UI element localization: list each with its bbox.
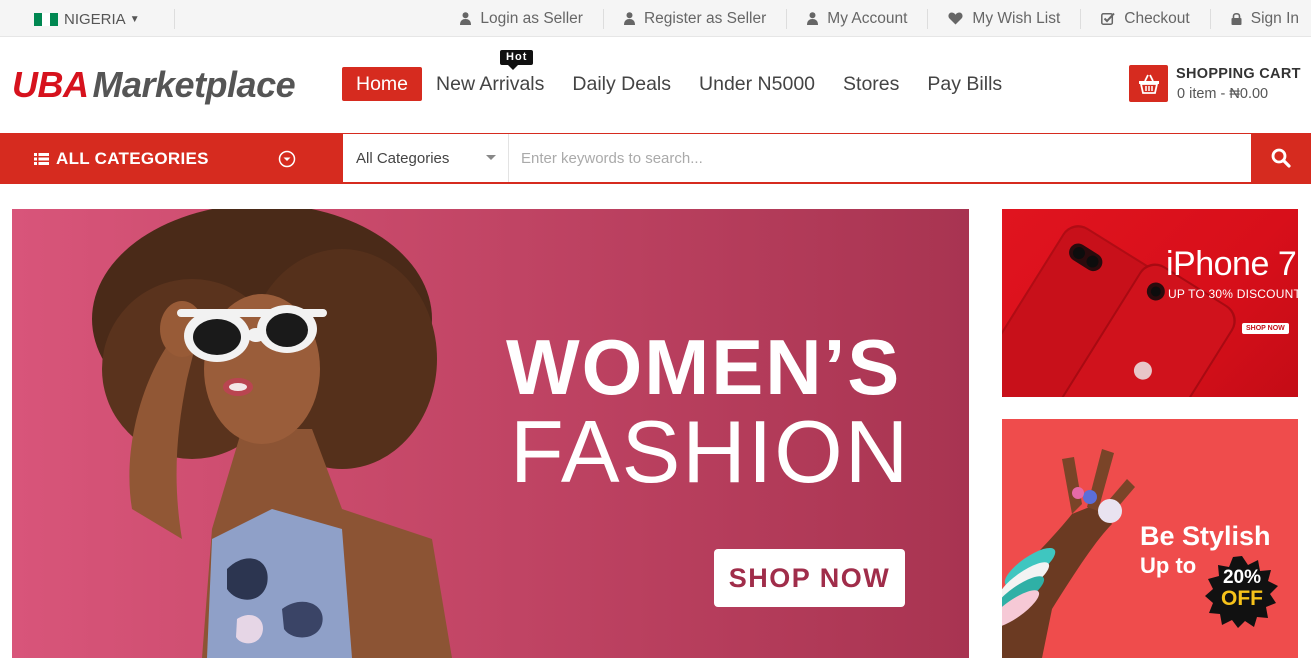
site-logo[interactable]: UBA Marketplace	[12, 64, 296, 106]
banner-line2: FASHION	[510, 402, 911, 501]
be-stylish-banner[interactable]: Be Stylish Up to 20% OFF	[1002, 419, 1298, 658]
category-search-bar: ALL CATEGORIES All Categories	[0, 133, 1311, 184]
checkout-link[interactable]: Checkout	[1080, 8, 1209, 29]
login-as-seller-label: Login as Seller	[480, 9, 583, 27]
country-label: NIGERIA	[64, 10, 126, 28]
nav-daily-deals[interactable]: Daily Deals	[558, 67, 685, 101]
chevron-down-circle-icon	[278, 150, 296, 168]
nav-under-n5000[interactable]: Under N5000	[685, 67, 829, 101]
category-select-value: All Categories	[356, 149, 450, 167]
logo-uba: UBA	[12, 64, 89, 105]
search-button[interactable]	[1251, 134, 1311, 182]
model-image	[92, 209, 452, 658]
my-wish-list-label: My Wish List	[972, 9, 1061, 27]
account-links: Login as Seller Register as Seller My Ac…	[440, 0, 1299, 37]
nav-home[interactable]: Home	[342, 67, 423, 101]
badge-percent: 20%	[1222, 567, 1262, 588]
logo-marketplace: Marketplace	[92, 64, 296, 105]
banner-line1: WOMEN’S	[506, 323, 902, 411]
cart-summary: 0 item - ₦0.00	[1177, 83, 1301, 105]
caret-down-icon: ▼	[129, 13, 140, 25]
category-select[interactable]: All Categories	[343, 134, 509, 182]
cart-total: ₦0.00	[1229, 86, 1269, 102]
all-categories-button[interactable]: ALL CATEGORIES	[0, 133, 343, 184]
cart-count: 0 item	[1177, 86, 1217, 102]
iphone7-title: iPhone 7	[1166, 245, 1297, 283]
basket-icon	[1129, 65, 1168, 102]
iphone7-banner[interactable]: iPhone 7 UP TO 30% DISCOUNT SHOP NOW	[1002, 209, 1298, 397]
main-nav: Home New Arrivals Hot Daily Deals Under …	[342, 50, 1016, 101]
login-as-seller-link[interactable]: Login as Seller	[440, 9, 603, 29]
user-icon	[807, 12, 819, 25]
site-header: UBA Marketplace Home New Arrivals Hot Dai…	[0, 37, 1311, 133]
hot-badge: Hot	[500, 50, 534, 70]
user-icon	[460, 12, 472, 25]
all-categories-label: ALL CATEGORIES	[56, 148, 209, 168]
iphone7-shop-now-button[interactable]: SHOP NOW	[1242, 323, 1289, 334]
checkout-label: Checkout	[1124, 9, 1190, 27]
shop-now-button[interactable]: SHOP NOW	[714, 549, 905, 607]
be-stylish-title: Be Stylish	[1140, 521, 1271, 551]
my-account-link[interactable]: My Account	[786, 8, 927, 29]
register-as-seller-link[interactable]: Register as Seller	[602, 8, 786, 29]
hand-jewelry-image	[1002, 449, 1135, 658]
banner-headline: WOMEN’S FASHION	[506, 327, 916, 497]
iphone7-subtitle: UP TO 30% DISCOUNT	[1168, 287, 1298, 301]
discount-badge: 20% OFF	[1205, 567, 1279, 609]
search-input[interactable]	[509, 134, 1251, 182]
nav-pay-bills[interactable]: Pay Bills	[913, 67, 1016, 101]
sign-in-label: Sign In	[1250, 9, 1299, 27]
sign-in-link[interactable]: Sign In	[1209, 8, 1299, 29]
iphone-image	[1002, 225, 1236, 397]
shopping-cart[interactable]: SHOPPING CART 0 item - ₦0.00	[1129, 65, 1301, 105]
search-box: All Categories	[343, 134, 1311, 182]
my-wish-list-link[interactable]: My Wish List	[927, 8, 1080, 29]
search-icon	[1271, 148, 1291, 168]
user-icon	[623, 12, 635, 25]
nav-new-arrivals[interactable]: New Arrivals Hot	[422, 50, 558, 101]
top-bar: NIGERIA ▼ Login as Seller Register as Se…	[0, 0, 1311, 37]
be-stylish-subtitle: Up to	[1140, 553, 1197, 578]
cart-separator: -	[1220, 86, 1226, 102]
my-account-label: My Account	[827, 9, 908, 27]
lock-icon	[1231, 12, 1242, 25]
register-as-seller-label: Register as Seller	[643, 9, 767, 27]
country-selector[interactable]: NIGERIA ▼	[34, 9, 140, 29]
caret-down-icon	[486, 155, 496, 160]
badge-off: OFF	[1221, 587, 1263, 610]
heart-icon	[948, 12, 963, 25]
check-square-icon	[1101, 12, 1115, 25]
nav-new-arrivals-label: New Arrivals	[436, 73, 545, 95]
divider	[174, 9, 175, 29]
womens-fashion-banner[interactable]: WOMEN’S FASHION SHOP NOW	[12, 209, 969, 658]
nav-stores[interactable]: Stores	[829, 67, 913, 101]
list-icon	[34, 152, 49, 165]
cart-title: SHOPPING CART	[1176, 66, 1301, 82]
cart-text: SHOPPING CART 0 item - ₦0.00	[1176, 65, 1301, 105]
nigeria-flag-icon	[34, 12, 58, 26]
